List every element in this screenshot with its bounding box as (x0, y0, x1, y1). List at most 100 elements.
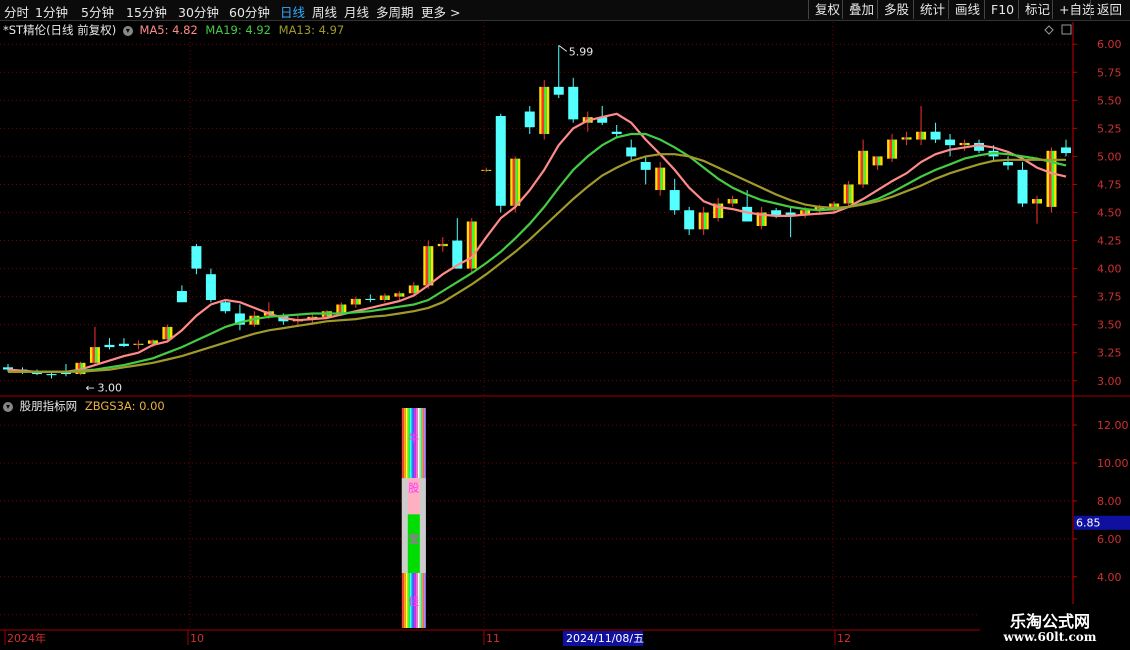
period-daily[interactable]: 日线 (280, 2, 305, 21)
candle-stripe (425, 246, 429, 286)
chevron-down-icon[interactable]: ▾ (3, 401, 13, 412)
period-15min[interactable]: 15分钟 (126, 2, 167, 21)
period-multi[interactable]: 多周期 (376, 2, 414, 21)
candle-stripe (411, 285, 414, 294)
candle-stripe (829, 203, 832, 207)
candle-down (611, 131, 622, 134)
ma5-label: MA5: 4.82 (139, 23, 198, 37)
period-30min[interactable]: 30分钟 (178, 2, 219, 21)
candle-stripe (918, 131, 922, 140)
stock-name[interactable]: *ST精伦(日线 前复权) (3, 23, 116, 37)
time-axis-label: 12 (837, 632, 851, 645)
candle-up (887, 139, 898, 159)
watermark-title: 乐淘公式网 (1009, 612, 1090, 631)
square-icon (1061, 24, 1072, 35)
candle-stripe (1034, 199, 1038, 204)
overlay-button[interactable]: 叠加 (842, 0, 874, 19)
diamond-icon (1044, 25, 1054, 35)
period-more[interactable]: 更多 > (421, 2, 460, 21)
add-watchlist-button[interactable]: +自选 (1052, 0, 1094, 19)
candle-up (539, 86, 550, 134)
candle-up (959, 142, 970, 146)
candle-stripe (147, 340, 151, 344)
price-tick-label: 5.50 (1097, 94, 1122, 107)
candle-stripe (698, 212, 702, 230)
candle-stripe (483, 169, 487, 171)
period-fenshi[interactable]: 分时 (4, 2, 29, 21)
candle-stripe (831, 203, 835, 207)
min-price-label: 3.00 (97, 382, 122, 395)
candle-stripe (167, 326, 170, 340)
candle-stripe (423, 246, 426, 286)
candle-stripe (1037, 199, 1040, 204)
watermark-url: www.60lt.com (1003, 630, 1097, 644)
candle-down (495, 116, 506, 206)
candle-stripe (486, 169, 489, 171)
candle-stripe (517, 158, 521, 206)
fuquan-button[interactable]: 复权 (808, 0, 840, 19)
candle-stripe (706, 212, 709, 230)
candle-stripe (510, 158, 513, 206)
price-tick-label: 4.75 (1097, 178, 1122, 191)
f10-button[interactable]: F10 (984, 0, 1014, 19)
period-5min[interactable]: 5分钟 (81, 2, 114, 21)
indicator-tick-label: 8.00 (1097, 495, 1122, 508)
indicator-char: 股 (408, 481, 419, 494)
candle-stripe (140, 343, 144, 345)
indicator-char: 牛 (408, 431, 419, 445)
chevron-down-icon[interactable]: ▾ (122, 25, 133, 36)
candle-stripe (921, 131, 924, 140)
indicator-name[interactable]: 股朋指标网 (20, 399, 78, 413)
candle-down (524, 111, 535, 128)
candle-stripe (701, 212, 704, 230)
mark-button[interactable]: 标记 (1018, 0, 1050, 19)
candle-stripe (413, 285, 417, 294)
candle-stripe (727, 199, 731, 204)
candle-stripe (730, 199, 733, 204)
indicator-legend: ▾ 股朋指标网 ZBGS3A: 0.00 (3, 398, 165, 414)
time-axis-label: 10 (190, 632, 204, 645)
candle-up (481, 169, 492, 171)
back-button[interactable]: 返回 (1090, 0, 1122, 19)
candle-stripe (848, 184, 852, 204)
candle-up (872, 156, 883, 166)
candle-stripe (887, 139, 890, 159)
candle-down (220, 302, 231, 312)
candle-stripe (471, 221, 475, 269)
candle-stripe (892, 139, 895, 159)
candle-stripe (858, 150, 861, 185)
candle-up (727, 199, 738, 204)
period-monthly[interactable]: 月线 (344, 2, 369, 21)
indicator-char: 佳 (408, 594, 419, 608)
candle-stripe (541, 86, 545, 134)
candle-stripe (904, 137, 907, 140)
candle-stripe (379, 295, 383, 301)
candle-down (568, 86, 579, 120)
candle-up (394, 293, 405, 297)
chart-canvas[interactable]: 6.00 5.75 5.50 5.25 5.00 4.75 4.50 4.25 4.00 3.75… (0, 0, 1130, 650)
period-weekly[interactable]: 周线 (312, 2, 337, 21)
indicator-value: ZBGS3A: 0.00 (84, 399, 165, 413)
ma19-label: MA19: 4.92 (205, 23, 271, 37)
indicator-tick-label: 6.00 (1097, 533, 1122, 546)
candle-stripe (382, 295, 385, 301)
current-value-label: 6.85 (1076, 517, 1101, 530)
candle-stripe (546, 86, 550, 134)
price-tick-label: 6.00 (1097, 38, 1122, 51)
max-marker-arrow (558, 44, 568, 52)
stats-button[interactable]: 统计 (913, 0, 945, 19)
time-axis-label: 11 (486, 632, 500, 645)
period-toolbar: 分时 1分钟 5分钟 15分钟 30分钟 60分钟 日线 周线 月线 多周期 更… (0, 0, 1130, 21)
candle-stripe (880, 156, 883, 166)
multi-stock-button[interactable]: 多股 (877, 0, 909, 19)
candle-stripe (384, 295, 388, 301)
period-1min[interactable]: 1分钟 (35, 2, 68, 21)
candle-stripe (256, 315, 260, 325)
period-60min[interactable]: 60分钟 (229, 2, 270, 21)
candle-stripe (150, 340, 153, 344)
draw-line-button[interactable]: 画线 (948, 0, 980, 19)
candle-stripe (657, 167, 661, 191)
indicator-tick-label: 10.00 (1097, 457, 1129, 470)
candle-up (350, 298, 361, 305)
cursor-date-label: 2024/11/08/五 (566, 632, 644, 645)
